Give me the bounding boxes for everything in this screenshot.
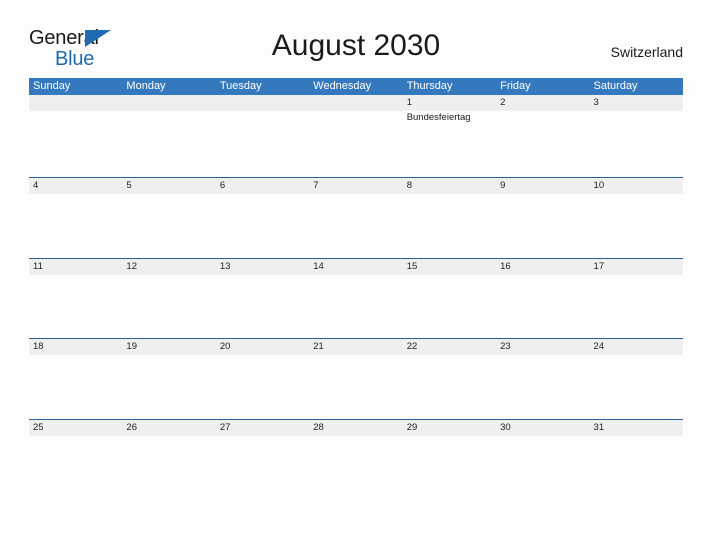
week-date-band: 18 19 20 21 22 23 24	[29, 338, 683, 356]
day-cell-date[interactable]: 14	[309, 259, 402, 275]
week-event-band: Bundesfeiertag	[29, 111, 683, 125]
week-date-band: 4 5 6 7 8 9 10	[29, 177, 683, 194]
weekday-header-wednesday: Wednesday	[313, 80, 372, 92]
week-row: 25 26 27 28 29 30 31	[29, 418, 683, 500]
week-row: 11 12 13 14 15 16 17	[29, 257, 683, 339]
day-cell-date[interactable]: 17	[590, 259, 683, 275]
week-date-band: 25 26 27 28 29 30 31	[29, 418, 683, 436]
calendar-grid: Sunday Monday Tuesday Wednesday Thursday…	[29, 78, 683, 499]
day-cell-date[interactable]: 1	[403, 95, 496, 111]
day-cell-date[interactable]: 2	[496, 95, 589, 111]
week-row: 4 5 6 7 8 9 10	[29, 177, 683, 258]
week-date-band: 1 2 3	[29, 95, 683, 111]
day-cell-date[interactable]: 16	[496, 259, 589, 275]
weekday-header-friday: Friday	[500, 80, 531, 92]
day-cell-date[interactable]	[216, 95, 309, 111]
day-cell-date[interactable]: 7	[309, 178, 402, 194]
day-cell-date[interactable]: 15	[403, 259, 496, 275]
day-cell-date[interactable]: 28	[309, 420, 402, 436]
day-cell-date[interactable]: 20	[216, 339, 309, 355]
day-cell-date[interactable]: 9	[496, 178, 589, 194]
weekday-header-sunday: Sunday	[33, 80, 71, 92]
weekday-header-saturday: Saturday	[593, 80, 638, 92]
day-cell-event	[216, 111, 309, 125]
day-cell-date[interactable]: 29	[403, 420, 496, 436]
weekday-header-thursday: Thursday	[406, 80, 453, 92]
day-cell-event	[122, 111, 215, 125]
page-header: General Blue August 2030 Switzerland	[0, 0, 712, 78]
week-date-band: 11 12 13 14 15 16 17	[29, 257, 683, 275]
day-cell-date[interactable]: 6	[216, 178, 309, 194]
day-cell-event	[496, 111, 589, 125]
day-cell-date[interactable]: 8	[403, 178, 496, 194]
weekday-header-row: Sunday Monday Tuesday Wednesday Thursday…	[29, 78, 683, 95]
day-cell-date[interactable]: 31	[590, 420, 683, 436]
day-cell-date[interactable]: 10	[590, 178, 683, 194]
day-cell-date[interactable]: 27	[216, 420, 309, 436]
day-cell-date[interactable]: 5	[122, 178, 215, 194]
week-row: 1 2 3 Bundesfeiertag	[29, 95, 683, 177]
day-cell-event-holiday: Bundesfeiertag	[406, 112, 471, 123]
day-cell-date[interactable]: 12	[122, 259, 215, 275]
day-cell-date[interactable]: 4	[29, 178, 122, 194]
day-cell-date[interactable]: 18	[29, 339, 122, 355]
day-cell-event	[29, 111, 122, 125]
weekday-header-monday: Monday	[126, 80, 166, 92]
day-cell-date[interactable]	[122, 95, 215, 111]
day-cell-date[interactable]: 25	[29, 420, 122, 436]
day-cell-date[interactable]: 24	[590, 339, 683, 355]
day-cell-date[interactable]: 3	[590, 95, 683, 111]
day-cell-date[interactable]	[29, 95, 122, 111]
day-cell-date[interactable]	[309, 95, 402, 111]
day-cell-date[interactable]: 13	[216, 259, 309, 275]
day-cell-date[interactable]: 26	[122, 420, 215, 436]
day-cell-date[interactable]: 21	[309, 339, 402, 355]
weekday-header-tuesday: Tuesday	[219, 80, 262, 92]
day-cell-date[interactable]: 22	[403, 339, 496, 355]
day-cell-date[interactable]: 30	[496, 420, 589, 436]
day-cell-date[interactable]: 11	[29, 259, 122, 275]
country-label: Switzerland	[610, 44, 683, 60]
day-cell-event	[590, 111, 683, 125]
day-cell-date[interactable]: 23	[496, 339, 589, 355]
page-title: August 2030	[271, 29, 441, 62]
week-row: 18 19 20 21 22 23 24	[29, 338, 683, 419]
day-cell-date[interactable]: 19	[122, 339, 215, 355]
day-cell-event	[309, 111, 402, 125]
